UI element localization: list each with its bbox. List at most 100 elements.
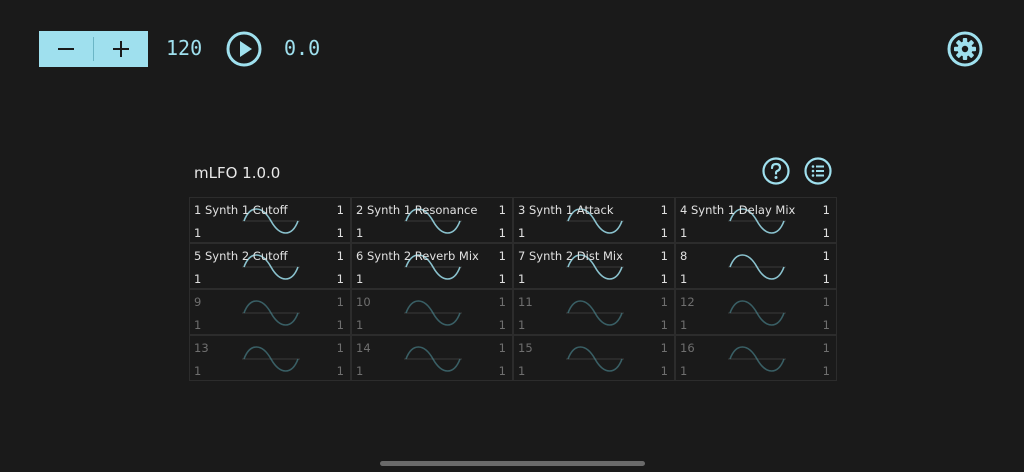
lfo-top-right-value: 1	[498, 341, 506, 355]
sine-wave-icon	[566, 300, 624, 326]
lfo-bottom-right-value: 1	[660, 318, 668, 332]
sine-wave-icon	[728, 346, 786, 372]
lfo-bottom-right-value: 1	[822, 226, 830, 240]
lfo-bottom-left-value: 1	[680, 318, 688, 332]
lfo-bottom-left-value: 1	[194, 272, 202, 286]
lfo-cell[interactable]: 14 1 1 1	[351, 335, 513, 381]
lfo-cell[interactable]: 15 1 1 1	[513, 335, 675, 381]
preset-list-button[interactable]	[804, 157, 832, 185]
plus-icon	[113, 41, 129, 57]
lfo-target-label: 1 Synth 1 Cutoff	[194, 203, 288, 217]
lfo-bottom-left-value: 1	[518, 318, 526, 332]
lfo-top-right-value: 1	[660, 249, 668, 263]
settings-button[interactable]	[947, 31, 983, 67]
lfo-bottom-left-value: 1	[356, 318, 364, 332]
lfo-cell[interactable]: 6 Synth 2 Reverb Mix 1 1 1	[351, 243, 513, 289]
lfo-target-label: 10	[356, 295, 371, 309]
lfo-bottom-right-value: 1	[498, 318, 506, 332]
home-indicator	[380, 461, 645, 466]
lfo-target-label: 16	[680, 341, 695, 355]
lfo-top-right-value: 1	[822, 203, 830, 217]
lfo-cell[interactable]: 10 1 1 1	[351, 289, 513, 335]
lfo-cell[interactable]: 13 1 1 1	[189, 335, 351, 381]
lfo-bottom-left-value: 1	[680, 272, 688, 286]
lfo-target-label: 13	[194, 341, 209, 355]
lfo-target-label: 4 Synth 1 Delay Mix	[680, 203, 796, 217]
lfo-target-label: 6 Synth 2 Reverb Mix	[356, 249, 479, 263]
lfo-target-label: 5 Synth 2 Cutoff	[194, 249, 288, 263]
play-icon	[226, 31, 262, 67]
lfo-cell[interactable]: 7 Synth 2 Dist Mix 1 1 1	[513, 243, 675, 289]
sine-wave-icon	[242, 346, 300, 372]
lfo-target-label: 9	[194, 295, 202, 309]
help-button[interactable]	[762, 157, 790, 185]
lfo-bottom-right-value: 1	[336, 272, 344, 286]
lfo-bottom-left-value: 1	[356, 226, 364, 240]
lfo-top-right-value: 1	[822, 295, 830, 309]
lfo-target-label: 7 Synth 2 Dist Mix	[518, 249, 623, 263]
lfo-bottom-left-value: 1	[518, 226, 526, 240]
increment-tempo-button[interactable]	[94, 31, 148, 67]
lfo-bottom-right-value: 1	[822, 364, 830, 378]
lfo-bottom-right-value: 1	[336, 364, 344, 378]
lfo-bottom-right-value: 1	[660, 226, 668, 240]
lfo-target-label: 12	[680, 295, 695, 309]
list-icon	[804, 157, 832, 185]
lfo-top-right-value: 1	[336, 341, 344, 355]
lfo-top-right-value: 1	[336, 203, 344, 217]
lfo-cell[interactable]: 3 Synth 1 Attack 1 1 1	[513, 197, 675, 243]
sine-wave-icon	[404, 346, 462, 372]
lfo-bottom-left-value: 1	[356, 272, 364, 286]
lfo-bottom-left-value: 1	[356, 364, 364, 378]
lfo-cell[interactable]: 8 1 1 1	[675, 243, 837, 289]
lfo-cell[interactable]: 2 Synth 1 Resonance 1 1 1	[351, 197, 513, 243]
lfo-bottom-left-value: 1	[518, 364, 526, 378]
lfo-cell[interactable]: 11 1 1 1	[513, 289, 675, 335]
question-icon	[762, 157, 790, 185]
sine-wave-icon	[566, 346, 624, 372]
lfo-top-right-value: 1	[498, 295, 506, 309]
lfo-top-right-value: 1	[498, 249, 506, 263]
sine-wave-icon	[404, 300, 462, 326]
lfo-bottom-right-value: 1	[498, 364, 506, 378]
lfo-target-label: 3 Synth 1 Attack	[518, 203, 614, 217]
lfo-bottom-left-value: 1	[194, 364, 202, 378]
lfo-cell[interactable]: 1 Synth 1 Cutoff 1 1 1	[189, 197, 351, 243]
lfo-target-label: 14	[356, 341, 371, 355]
lfo-cell[interactable]: 16 1 1 1	[675, 335, 837, 381]
lfo-bottom-right-value: 1	[822, 272, 830, 286]
playhead-position: 0.0	[284, 36, 321, 60]
lfo-target-label: 8	[680, 249, 688, 263]
lfo-target-label: 2 Synth 1 Resonance	[356, 203, 478, 217]
lfo-top-right-value: 1	[660, 295, 668, 309]
lfo-cell[interactable]: 4 Synth 1 Delay Mix 1 1 1	[675, 197, 837, 243]
play-button[interactable]	[226, 31, 262, 67]
lfo-top-right-value: 1	[660, 341, 668, 355]
lfo-bottom-right-value: 1	[660, 272, 668, 286]
lfo-cell[interactable]: 9 1 1 1	[189, 289, 351, 335]
lfo-target-label: 15	[518, 341, 533, 355]
lfo-top-right-value: 1	[660, 203, 668, 217]
lfo-bottom-left-value: 1	[518, 272, 526, 286]
lfo-top-right-value: 1	[822, 249, 830, 263]
lfo-cell[interactable]: 12 1 1 1	[675, 289, 837, 335]
tempo-stepper	[39, 31, 148, 67]
lfo-target-label: 11	[518, 295, 533, 309]
lfo-bottom-left-value: 1	[680, 226, 688, 240]
gear-icon	[947, 31, 983, 67]
lfo-top-right-value: 1	[336, 249, 344, 263]
plugin-title: mLFO 1.0.0	[194, 164, 281, 182]
lfo-cell[interactable]: 5 Synth 2 Cutoff 1 1 1	[189, 243, 351, 289]
lfo-top-right-value: 1	[336, 295, 344, 309]
sine-wave-icon	[242, 300, 300, 326]
sine-wave-icon	[728, 254, 786, 280]
lfo-grid: 1 Synth 1 Cutoff 1 1 1 2 Synth 1 Resonance 1 1…	[189, 197, 837, 381]
lfo-bottom-right-value: 1	[498, 226, 506, 240]
lfo-top-right-value: 1	[498, 203, 506, 217]
lfo-bottom-right-value: 1	[336, 318, 344, 332]
minus-icon	[58, 48, 74, 50]
decrement-tempo-button[interactable]	[39, 31, 93, 67]
lfo-bottom-right-value: 1	[822, 318, 830, 332]
lfo-bottom-left-value: 1	[194, 226, 202, 240]
lfo-bottom-left-value: 1	[194, 318, 202, 332]
